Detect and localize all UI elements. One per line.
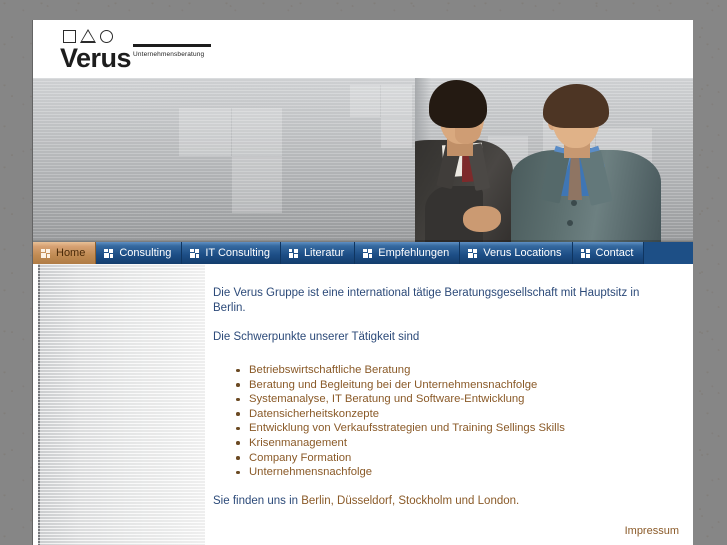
nav-item-consulting[interactable]: Consulting: [96, 242, 183, 264]
four-squares-icon: [104, 248, 114, 258]
nav-item-label: Consulting: [119, 247, 172, 259]
four-squares-icon: [363, 248, 373, 258]
square-icon: [63, 29, 76, 43]
content-area: Die Verus Gruppe ist eine international …: [33, 264, 693, 545]
side-panel-edge: [38, 264, 40, 545]
nav-item-contact[interactable]: Contact: [572, 242, 645, 264]
logo-shapes-group: [63, 28, 210, 44]
triangle-icon: [80, 29, 96, 43]
nav-item-label: Contact: [595, 247, 634, 259]
logo-rule-divider: [133, 44, 211, 47]
man-left-hair: [429, 80, 487, 128]
four-squares-icon: [190, 248, 200, 258]
locations-prefix: Sie finden uns in: [213, 494, 302, 507]
man-right-button-upper: [571, 200, 577, 206]
list-item: Systemanalyse, IT Beratung und Software-…: [236, 392, 669, 407]
circle-icon: [100, 29, 113, 43]
services-list: Betriebswirtschaftliche Beratung Beratun…: [213, 363, 669, 480]
nav-item-label: Verus Locations: [483, 247, 562, 259]
four-squares-icon: [468, 248, 478, 258]
main-content: Die Verus Gruppe ist eine international …: [213, 264, 683, 545]
nav-item-verus-locations[interactable]: Verus Locations: [460, 242, 573, 264]
intro-paragraph: Die Verus Gruppe ist eine international …: [213, 287, 640, 314]
locations-cities: Berlin, Düsseldorf, Stockholm und London…: [301, 494, 520, 507]
main-navigation: Home Consulting IT Consulting Literatur …: [33, 242, 693, 264]
list-item: Company Formation: [236, 451, 669, 466]
nav-item-label: IT Consulting: [205, 247, 270, 259]
impressum-link[interactable]: Impressum: [625, 525, 679, 537]
list-item: Unternehmensnachfolge: [236, 465, 669, 480]
four-squares-icon: [41, 248, 50, 258]
businessmen-photo: [415, 78, 693, 242]
nav-item-label: Literatur: [303, 247, 345, 259]
four-squares-icon: [288, 248, 298, 258]
nav-item-empfehlungen[interactable]: Empfehlungen: [355, 242, 461, 264]
hero-banner: [33, 78, 693, 242]
site-header: Verus Unternehmensberatung: [33, 20, 693, 78]
four-squares-icon: [580, 248, 590, 258]
man-right-button-lower: [567, 220, 573, 226]
nav-item-literatur[interactable]: Literatur: [280, 242, 356, 264]
left-side-panel: [38, 264, 205, 545]
locations-paragraph: Sie finden uns in Berlin, Düsseldorf, St…: [213, 494, 665, 509]
list-item: Krisenmanagement: [236, 436, 669, 451]
logo-tagline: Unternehmensberatung: [133, 50, 205, 58]
nav-item-home[interactable]: Home: [33, 242, 97, 264]
list-item: Entwicklung von Verkaufsstrategien und T…: [236, 421, 669, 436]
logo-tagline-block: Unternehmensberatung: [133, 44, 223, 58]
nav-item-label: Empfehlungen: [378, 247, 450, 259]
nav-item-label: Home: [56, 247, 86, 259]
list-item: Beratung und Begleitung bei der Unterneh…: [236, 378, 669, 393]
man-left-hands: [463, 206, 501, 232]
man-right-hair: [543, 84, 609, 128]
services-subheading: Die Schwerpunkte unserer Tätigkeit sind: [213, 331, 420, 343]
list-item: Betriebswirtschaftliche Beratung: [236, 363, 669, 378]
page-container: Verus Unternehmensberatung Home Consulti…: [33, 20, 693, 545]
list-item: Datensicherheitskonzepte: [236, 407, 669, 422]
nav-item-it-consulting[interactable]: IT Consulting: [182, 242, 281, 264]
